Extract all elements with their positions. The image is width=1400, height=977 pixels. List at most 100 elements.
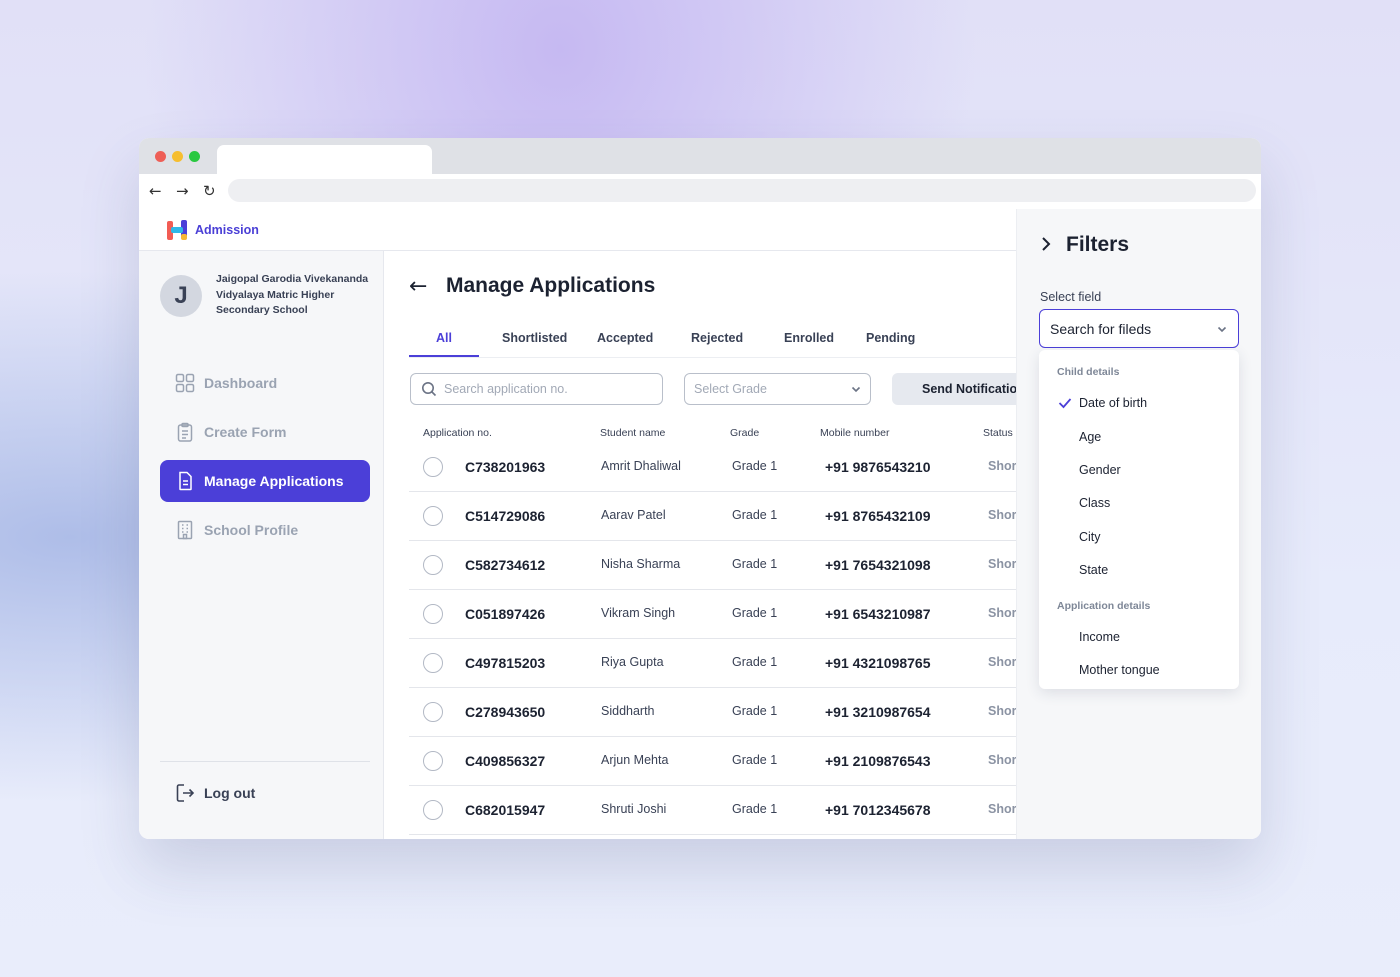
chevron-down-icon — [851, 386, 861, 393]
grade: Grade 1 — [732, 704, 778, 718]
grade: Grade 1 — [732, 655, 778, 669]
back-icon[interactable]: ← — [149, 182, 162, 200]
sidebar-item-label: Manage Applications — [204, 473, 344, 489]
reload-icon[interactable]: ↻ — [203, 182, 216, 200]
search-icon — [422, 382, 437, 397]
table-row[interactable]: C582734612 Nisha Sharma Grade 1 +91 7654… — [409, 541, 1016, 590]
tab-shortlisted[interactable]: Shortlisted — [502, 331, 567, 345]
maximize-window-dot[interactable] — [189, 151, 200, 162]
dropdown-item-income[interactable]: Income — [1079, 630, 1120, 644]
application-number: C497815203 — [465, 655, 546, 671]
student-name: Siddharth — [601, 704, 655, 718]
row-radio[interactable] — [423, 555, 443, 575]
student-name: Aarav Patel — [601, 508, 666, 522]
clipboard-icon — [177, 422, 193, 442]
browser-window: ← → ↻ Admission J Jaigopal Garodia Vivek… — [139, 138, 1261, 839]
tab-all[interactable]: All — [436, 331, 452, 345]
tab-accepted[interactable]: Accepted — [597, 331, 653, 345]
browser-tab[interactable] — [217, 145, 432, 174]
row-radio[interactable] — [423, 702, 443, 722]
mobile-number: +91 2109876543 — [825, 753, 931, 769]
sidebar-item-manage-applications[interactable]: Manage Applications — [160, 460, 370, 502]
tab-pending[interactable]: Pending — [866, 331, 915, 345]
main-content: ← Manage Applications All Shortlisted Ac… — [385, 251, 1016, 839]
dropdown-item-mother-tongue[interactable]: Mother tongue — [1079, 663, 1160, 677]
column-header-student-name: Student name — [600, 427, 666, 439]
field-search-value: Search for fileds — [1050, 320, 1152, 337]
table-row[interactable]: C051897426 Vikram Singh Grade 1 +91 6543… — [409, 590, 1016, 639]
document-icon — [179, 471, 192, 491]
status: Shor — [988, 802, 1016, 816]
dropdown-item-age[interactable]: Age — [1079, 430, 1101, 444]
check-icon — [1058, 398, 1072, 409]
url-field[interactable] — [228, 179, 1256, 202]
status: Shor — [988, 753, 1016, 767]
application-number: C409856327 — [465, 753, 546, 769]
dropdown-item-class[interactable]: Class — [1079, 496, 1110, 510]
brand-name: Admission — [195, 223, 259, 237]
mobile-number: +91 7012345678 — [825, 802, 931, 818]
table-row[interactable]: C514729086 Aarav Patel Grade 1 +91 87654… — [409, 492, 1016, 541]
chevron-down-icon — [1217, 326, 1227, 332]
send-notification-button[interactable]: Send Notificatio — [892, 373, 1016, 405]
sidebar-item-dashboard[interactable]: Dashboard — [160, 362, 370, 404]
student-name: Amrit Dhaliwal — [601, 459, 681, 473]
select-field-label: Select field — [1040, 290, 1102, 304]
mobile-number: +91 4321098765 — [825, 655, 931, 671]
application-number: C682015947 — [465, 802, 546, 818]
application-number: C278943650 — [465, 704, 546, 720]
application-number: C582734612 — [465, 557, 546, 573]
close-window-dot[interactable] — [155, 151, 166, 162]
school-name: Jaigopal Garodia Vivekananda Vidyalaya M… — [216, 273, 369, 316]
forward-icon[interactable]: → — [176, 182, 189, 200]
tab-enrolled[interactable]: Enrolled — [784, 331, 834, 345]
mobile-number: +91 7654321098 — [825, 557, 931, 573]
row-radio[interactable] — [423, 800, 443, 820]
back-arrow-icon[interactable]: ← — [409, 274, 427, 299]
dropdown-item-state[interactable]: State — [1079, 563, 1108, 577]
row-radio[interactable] — [423, 604, 443, 624]
dropdown-item-city[interactable]: City — [1079, 530, 1101, 544]
status: Shor — [988, 606, 1016, 620]
dropdown-item-gender[interactable]: Gender — [1079, 463, 1121, 477]
grade-placeholder: Select Grade — [694, 382, 767, 396]
sidebar-item-create-form[interactable]: Create Form — [160, 411, 370, 453]
student-name: Riya Gupta — [601, 655, 664, 669]
chevron-right-icon[interactable] — [1040, 235, 1052, 253]
table-row[interactable]: C738201963 Amrit Dhaliwal Grade 1 +91 98… — [409, 443, 1016, 492]
browser-tab-bar — [139, 138, 1261, 174]
search-input[interactable]: Search application no. — [410, 373, 663, 405]
logout-button[interactable]: Log out — [175, 783, 255, 803]
grade: Grade 1 — [732, 508, 778, 522]
student-name: Nisha Sharma — [601, 557, 681, 571]
minimize-window-dot[interactable] — [172, 151, 183, 162]
sidebar-item-school-profile[interactable]: School Profile — [160, 509, 370, 551]
dropdown-item-date-of-birth[interactable]: Date of birth — [1079, 396, 1147, 410]
logout-label: Log out — [204, 785, 256, 801]
sidebar-item-label: School Profile — [204, 522, 299, 538]
grade: Grade 1 — [732, 606, 778, 620]
status: Shor — [988, 655, 1016, 669]
student-name: Shruti Joshi — [601, 802, 667, 816]
table-row[interactable]: C497815203 Riya Gupta Grade 1 +91 432109… — [409, 639, 1016, 688]
tabs-divider — [409, 357, 1016, 358]
student-name: Arjun Mehta — [601, 753, 669, 767]
sidebar-divider — [160, 761, 370, 762]
grade-select[interactable]: Select Grade — [684, 373, 871, 405]
field-search-input[interactable]: Search for fileds — [1039, 309, 1239, 348]
tab-rejected[interactable]: Rejected — [691, 331, 743, 345]
logo-icon — [167, 220, 187, 240]
row-radio[interactable] — [423, 506, 443, 526]
group-label-child-details: Child details — [1057, 366, 1120, 378]
table-row[interactable]: C409856327 Arjun Mehta Grade 1 +91 21098… — [409, 737, 1016, 786]
mobile-number: +91 3210987654 — [825, 704, 931, 720]
column-header-grade: Grade — [730, 427, 760, 439]
grade: Grade 1 — [732, 753, 778, 767]
row-radio[interactable] — [423, 653, 443, 673]
table-row[interactable]: C278943650 Siddharth Grade 1 +91 3210987… — [409, 688, 1016, 737]
row-radio[interactable] — [423, 751, 443, 771]
filters-title: Filters — [1066, 233, 1130, 256]
row-radio[interactable] — [423, 457, 443, 477]
table-row[interactable]: C682015947 Shruti Joshi Grade 1 +91 7012… — [409, 786, 1016, 835]
grade: Grade 1 — [732, 557, 778, 571]
